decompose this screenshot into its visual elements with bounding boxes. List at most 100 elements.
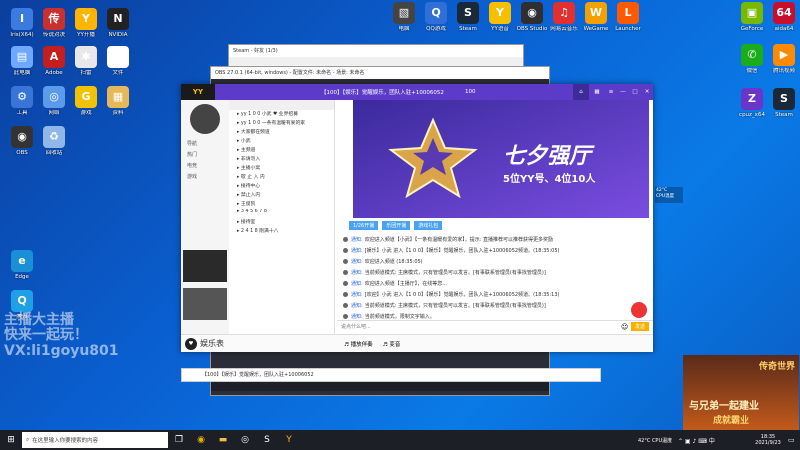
- room-tab[interactable]: 游戏礼包: [414, 221, 443, 230]
- banner-title: 七夕强厅: [503, 144, 592, 169]
- bottom-tool-button[interactable]: ♬ 变音: [383, 340, 401, 348]
- chat-text: 当前频道模式: 主席模式，只有管理员可以发言。[有事联系管理员(有事找管理员)]: [364, 270, 546, 276]
- desktop-icon[interactable]: ♻ 回收站: [34, 126, 74, 156]
- desktop-icon-label: 资料: [112, 110, 124, 116]
- chat-text: 当前频道模式，限制文字输入。: [364, 314, 435, 320]
- yy-taskbar-icon[interactable]: Y: [278, 430, 300, 450]
- desktop-icon[interactable]: N NVIDIA: [98, 8, 138, 38]
- tree-item[interactable]: ▸ 主频道: [229, 146, 334, 155]
- app-icon: ▶: [773, 44, 795, 66]
- tree-item[interactable]: ▸ 小武: [229, 137, 334, 146]
- ad-game: 传奇世界: [758, 362, 795, 372]
- app-icon: ◎: [43, 86, 65, 108]
- app-icon: Z: [741, 88, 763, 110]
- ad-sub: 成就霸业: [713, 416, 750, 426]
- desktop-icon[interactable]: 64 aida64: [764, 2, 800, 32]
- emoji-icon[interactable]: ☺: [621, 323, 631, 331]
- tree-item[interactable]: ▸ yy 1 0 0 小武 ♥ 业界招募: [229, 110, 334, 119]
- obs-taskbar-icon[interactable]: ◎: [234, 430, 256, 450]
- task-view-icon[interactable]: ❐: [168, 430, 190, 450]
- send-button[interactable]: 发送: [630, 322, 649, 331]
- desktop-icon[interactable]: L Launcher: [608, 2, 648, 32]
- banner[interactable]: 七夕强厅 5位YY号、4位10人: [353, 100, 649, 218]
- notification-icon[interactable]: ▭: [788, 436, 800, 444]
- app-icon: S: [457, 2, 479, 24]
- watermark-line3: VX:li1goyu801: [4, 342, 119, 359]
- chat-message: 通知: [欢迎】小武 进入【1 0 0】【娱乐】觉醒娱乐，团队入驻+1000605…: [339, 289, 639, 300]
- chat-message: 通知: 当前频道模式: 主席模式，只有管理员可以发言。[有事联系管理员(有事找管理…: [339, 267, 639, 278]
- chrome-icon[interactable]: ◉: [190, 430, 212, 450]
- steam-taskbar-icon[interactable]: S: [256, 430, 278, 450]
- avatar[interactable]: [190, 104, 220, 134]
- desktop-icon[interactable]: e Edge: [2, 250, 42, 280]
- thumbnail[interactable]: [183, 288, 227, 320]
- grid-icon[interactable]: ▦: [589, 89, 605, 95]
- gift-icon[interactable]: [631, 302, 647, 318]
- heart-icon[interactable]: ♥: [185, 337, 197, 350]
- steam-window[interactable]: Steam - 好友 (1/3): [228, 44, 524, 68]
- yy-status-strip: 【100】【娱乐】觉醒娱乐，团队入驻+10006052: [181, 368, 601, 382]
- app-icon: ✱: [75, 46, 97, 68]
- tree-item[interactable]: ▸ 3 4 5 6 7 8: [229, 209, 334, 218]
- tree-toolbar: [229, 100, 334, 110]
- tree-item[interactable]: ▸ 非请勿入: [229, 155, 334, 164]
- tray-icons[interactable]: ⌃ ▣ ♪ ⌨ 中: [678, 436, 748, 445]
- notice-icon: [343, 237, 348, 242]
- tree-item[interactable]: ▸ 禁止入内: [229, 191, 334, 200]
- minimize-icon[interactable]: —: [617, 89, 629, 95]
- tree-item[interactable]: ▸ 接待中心: [229, 182, 334, 191]
- tree-item[interactable]: ▸ 大家都在频道: [229, 128, 334, 137]
- ad-title: 与兄弟一起建业: [689, 401, 759, 412]
- nav-tab[interactable]: 游戏: [181, 171, 229, 182]
- obs-title: OBS 27.0.1 (64-bit, windows) - 配置文件: 未命名…: [211, 67, 549, 79]
- desktop-icon-label: 文件: [112, 70, 124, 76]
- nav-tab[interactable]: 电竞: [181, 160, 229, 171]
- app-icon: ▦: [107, 86, 129, 108]
- clock[interactable]: 18:35 2021/9/23: [748, 434, 788, 446]
- bottom-tool-button[interactable]: ♬ 播放伴奏: [344, 340, 373, 348]
- desktop-icon[interactable]: S Steam: [764, 88, 800, 118]
- folder-icon[interactable]: ▬: [212, 430, 234, 450]
- nav-tab[interactable]: 热门: [181, 149, 229, 160]
- app-icon: ▭: [107, 46, 129, 68]
- app-icon: N: [107, 8, 129, 30]
- app-icon: ⚙: [11, 86, 33, 108]
- chat-tag: 通知:: [351, 270, 363, 276]
- room-tab[interactable]: 乐团开播: [382, 221, 411, 230]
- thumbnail[interactable]: [183, 250, 227, 282]
- notice-icon: [343, 281, 348, 286]
- app-icon: Q: [11, 290, 33, 312]
- tree-item[interactable]: ▸ 2 4 1 8 刚满十八: [229, 227, 334, 236]
- yy-left-panel: 导航 热门 电竞 游戏: [181, 100, 229, 334]
- desktop-icon[interactable]: ▦ 资料: [98, 86, 138, 116]
- yy-window[interactable]: YY 【100】【娱乐】觉醒娱乐，团队入驻+10006052 100 ⌂ ▦ ≡…: [181, 84, 653, 352]
- watermark-line2: 快来一起玩！: [4, 327, 88, 344]
- tree-item[interactable]: ▸ 王俊凯: [229, 200, 334, 209]
- cpu-overlay: 42°C CPU温度: [655, 187, 683, 203]
- app-icon: ▣: [741, 2, 763, 24]
- start-button[interactable]: ⊞: [0, 430, 22, 450]
- tree-item[interactable]: ▸ 接待室: [229, 218, 334, 227]
- chat-input[interactable]: [337, 321, 621, 332]
- ad-popup[interactable]: 传奇世界 与兄弟一起建业 成就霸业: [683, 355, 799, 430]
- tree-item[interactable]: ▸ yy 1 0 0 一条有温暖有爱的家: [229, 119, 334, 128]
- search-icon: ⌕: [26, 436, 30, 443]
- home-icon[interactable]: ⌂: [573, 84, 589, 100]
- nav-tab[interactable]: 导航: [181, 138, 229, 149]
- app-icon: Y: [75, 8, 97, 30]
- desktop-icon[interactable]: ▶ 腾讯视频: [764, 44, 800, 74]
- maximize-icon[interactable]: □: [629, 89, 641, 95]
- app-icon: A: [43, 46, 65, 68]
- tree-item[interactable]: ▸ 歇 止 入 内: [229, 173, 334, 182]
- app-icon: Q: [425, 2, 447, 24]
- yy-header-count: 100: [465, 89, 476, 95]
- search-box[interactable]: ⌕ 在这里输入你要搜索的内容: [22, 432, 168, 448]
- tree-item[interactable]: ▸ 主播小窝: [229, 164, 334, 173]
- menu-icon[interactable]: ≡: [605, 89, 617, 95]
- notice-icon: [343, 314, 348, 319]
- room-tab[interactable]: 1/26开播: [349, 221, 379, 230]
- app-icon: e: [11, 250, 33, 272]
- desktop-icon[interactable]: ▭ 文件: [98, 46, 138, 76]
- chat-message: 通知: 欢迎进入频道 (18:35:05): [339, 256, 639, 267]
- close-icon[interactable]: ✕: [641, 89, 653, 95]
